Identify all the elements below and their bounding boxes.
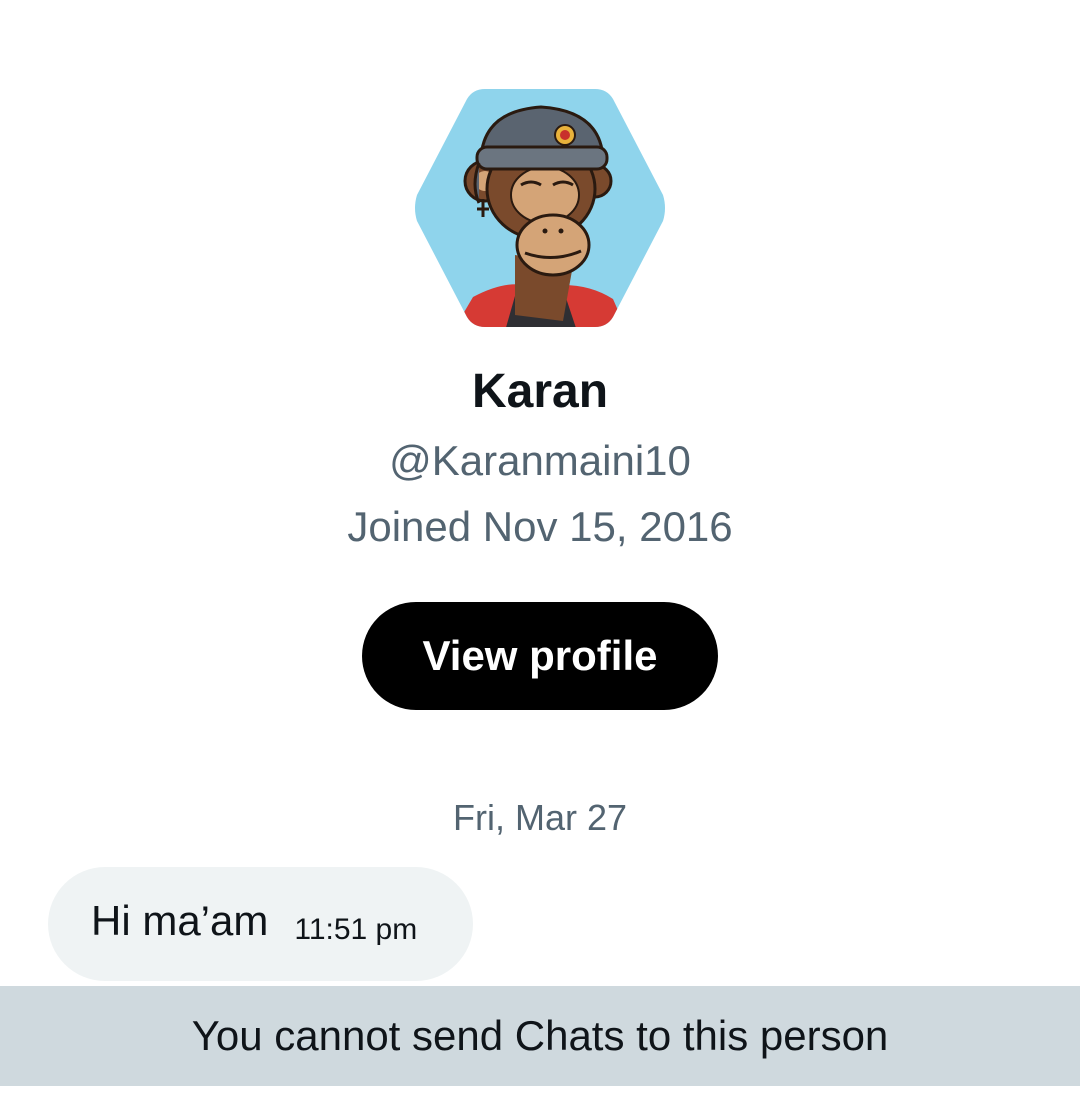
message-bubble[interactable]: Hi ma’am 11:51 pm [48, 867, 473, 981]
chat-disabled-notice: You cannot send Chats to this person [0, 986, 1080, 1086]
message-text: Hi ma’am [91, 897, 269, 944]
date-separator: Fri, Mar 27 [452, 797, 628, 838]
profile-avatar[interactable] [413, 85, 667, 331]
profile-joined-date: Joined Nov 15, 2016 [347, 503, 733, 550]
profile-handle: @Karanmaini10 [389, 437, 691, 484]
message-timestamp: 11:51 pm [294, 913, 418, 946]
view-profile-button[interactable]: View profile [362, 602, 718, 710]
chat-disabled-notice-text: You cannot send Chats to this person [191, 1012, 889, 1059]
profile-name: Karan [471, 365, 609, 418]
bored-ape-avatar-icon [415, 89, 665, 327]
